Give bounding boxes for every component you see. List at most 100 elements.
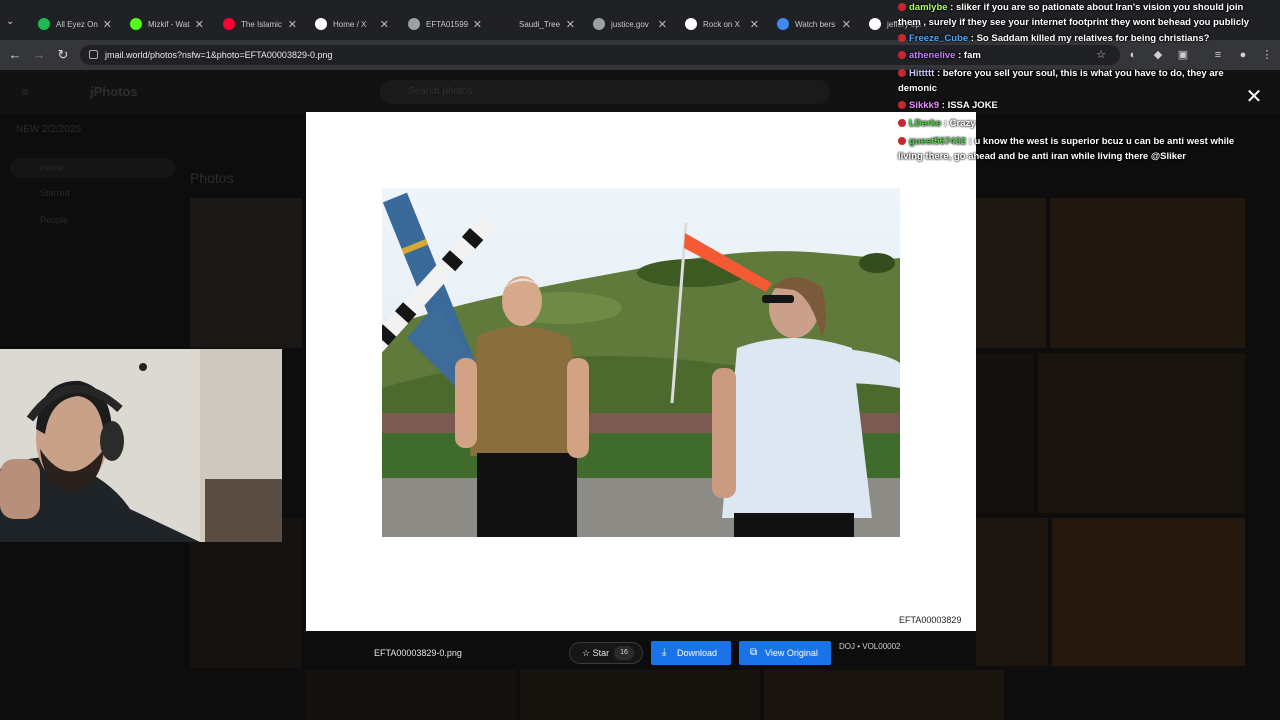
section-title: Photos: [190, 170, 234, 186]
url-text: jmail.world/photos?nsfw=1&photo=EFTA0000…: [105, 50, 333, 60]
download-icon: ⤓: [662, 647, 667, 658]
screen: ⌄ All Eyez On ✕ Mizkif - Wat ✕ The Islamic ✕ H…: [0, 0, 1280, 720]
chat-username[interactable]: LDerke: [909, 118, 941, 129]
browser-menu-icon[interactable]: ⋮: [1260, 48, 1274, 62]
browser-tab[interactable]: Watch bers ✕: [769, 8, 857, 40]
tab-label: EFTA01599: [426, 19, 469, 29]
youtube-icon: [223, 18, 235, 30]
browser-tab[interactable]: The Islamic ✕: [215, 8, 303, 40]
sidebar-item-starred[interactable]: Starred: [40, 188, 70, 198]
tab-close-icon[interactable]: ✕: [380, 18, 389, 31]
tab-label: Watch bers: [795, 19, 836, 29]
app-brand: jPhotos: [90, 84, 138, 99]
photo-tile[interactable]: [976, 198, 1046, 348]
x-icon: [315, 18, 327, 30]
hamburger-icon[interactable]: ≡: [16, 83, 34, 101]
chat-text: : Crazy: [941, 118, 976, 129]
site-info-icon[interactable]: [89, 50, 98, 59]
chat-message: Sikkk9 : ISSA JOKE: [898, 98, 1258, 113]
view-original-button[interactable]: ⧉ View Original: [739, 641, 831, 665]
reload-icon[interactable]: ↻: [54, 46, 72, 64]
photo-tile[interactable]: [1052, 518, 1245, 666]
chat-text: : ISSA JOKE: [939, 100, 998, 111]
chat-message: athenelive : fam: [898, 48, 1258, 63]
download-button[interactable]: ⤓ Download: [651, 641, 731, 665]
chat-username[interactable]: Sikkk9: [909, 100, 939, 111]
browser-tab[interactable]: Rock on X ✕: [677, 8, 765, 40]
chat-badge-icon: [898, 34, 906, 42]
chat-badge-icon: [898, 3, 906, 11]
photo-search-input[interactable]: Search photos: [380, 80, 830, 104]
tab-close-icon[interactable]: ✕: [195, 18, 204, 31]
tab-close-icon[interactable]: ✕: [658, 18, 667, 31]
tab-search-icon[interactable]: ⌄: [6, 16, 20, 30]
viewer-photo: [382, 188, 900, 537]
x-icon: [685, 18, 697, 30]
chat-username[interactable]: damlybe: [909, 2, 948, 13]
view-original-label: View Original: [765, 648, 818, 658]
chat-text: : fam: [955, 50, 981, 61]
star-label: Star: [592, 648, 610, 658]
browser-tab[interactable]: All Eyez On ✕: [30, 8, 118, 40]
spotify-icon: [38, 18, 50, 30]
photo-tile[interactable]: [976, 518, 1048, 666]
tab-close-icon[interactable]: ✕: [842, 18, 851, 31]
browser-tab[interactable]: Saudi_Tree ✕: [493, 8, 581, 40]
chat-badge-icon: [898, 137, 906, 145]
tab-close-icon[interactable]: ✕: [473, 18, 482, 31]
chat-text: : before you sell your soul, this is wha…: [898, 68, 1224, 94]
tab-label: Rock on X: [703, 19, 740, 29]
browser-tab[interactable]: justice.gov ✕: [585, 8, 673, 40]
photo-tile[interactable]: [764, 670, 1004, 720]
chat-username[interactable]: guest567432: [909, 136, 966, 147]
blank-icon: [501, 18, 513, 30]
chat-badge-icon: [898, 69, 906, 77]
forward-icon[interactable]: →: [30, 46, 48, 64]
back-icon[interactable]: ←: [6, 46, 24, 64]
tab-close-icon[interactable]: ✕: [750, 18, 759, 31]
notice-banner: NEW 2/2/2025: [16, 124, 82, 135]
chat-username[interactable]: athenelive: [909, 50, 955, 61]
webcam-overlay: [0, 349, 282, 542]
browser-tab[interactable]: EFTA01599 ✕: [400, 8, 488, 40]
chat-username[interactable]: Hittttt: [909, 68, 934, 79]
chat-text: : sliker if you are so pationate about I…: [898, 2, 1250, 28]
browser-tab[interactable]: Home / X ✕: [307, 8, 395, 40]
star-icon: ☆: [582, 648, 593, 658]
tab-close-icon[interactable]: ✕: [288, 18, 297, 31]
sidebar-item-home[interactable]: Home: [10, 158, 175, 178]
chat-username[interactable]: Freeze_Cube: [909, 33, 968, 44]
kick-icon: [130, 18, 142, 30]
google-icon: [869, 18, 881, 30]
photo-tile[interactable]: [1050, 198, 1245, 348]
tab-label: Home / X: [333, 19, 367, 29]
photo-tile[interactable]: [520, 670, 760, 720]
chat-badge-icon: [898, 51, 906, 59]
chat-message: damlybe : sliker if you are so pationate…: [898, 0, 1258, 30]
justice-icon: [593, 18, 605, 30]
globe-icon: [408, 18, 420, 30]
tab-label: All Eyez On: [56, 19, 98, 29]
chat-badge-icon: [898, 119, 906, 127]
photo-caption: EFTA00003829: [899, 615, 962, 625]
photo-tile[interactable]: [306, 670, 516, 720]
tab-close-icon[interactable]: ✕: [103, 18, 112, 31]
photo-tile[interactable]: [190, 198, 302, 348]
browser-tab[interactable]: Mizkif - Wat ✕: [122, 8, 210, 40]
tab-close-icon[interactable]: ✕: [566, 18, 575, 31]
tab-label: justice.gov: [611, 19, 649, 29]
chat-message: LDerke : Crazy: [898, 116, 1258, 131]
chat-badge-icon: [898, 101, 906, 109]
external-link-icon: ⧉: [750, 647, 758, 658]
download-label: Download: [677, 648, 718, 658]
chat-overlay: damlybe : sliker if you are so pationate…: [898, 0, 1258, 170]
tab-label: Mizkif - Wat: [148, 19, 190, 29]
chat-message: guest567432 : u know the west is superio…: [898, 134, 1258, 164]
photo-tile[interactable]: [1038, 353, 1245, 513]
photo-tile[interactable]: [976, 353, 1034, 513]
star-count-badge: 16: [614, 646, 634, 660]
chat-message: Hittttt : before you sell your soul, thi…: [898, 66, 1258, 96]
sidebar-item-people[interactable]: People: [40, 215, 68, 225]
tab-label: The Islamic: [241, 19, 282, 29]
chat-text: : So Saddam killed my relatives for bein…: [968, 33, 1210, 44]
